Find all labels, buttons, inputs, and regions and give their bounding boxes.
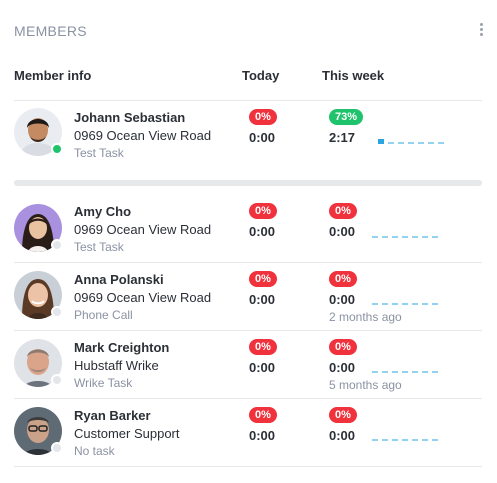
last-active-time: 5 months ago	[329, 378, 402, 392]
today-percent-badge: 0%	[249, 339, 277, 355]
avatar[interactable]	[14, 271, 63, 319]
member-task: Test Task	[74, 240, 124, 254]
weekly-activity-sparkline	[372, 439, 440, 441]
week-percent-badge: 0%	[329, 203, 357, 219]
week-percent-badge: 0%	[329, 271, 357, 287]
today-time: 0:00	[249, 130, 276, 145]
today-percent-badge: 0%	[249, 203, 277, 219]
member-task: Test Task	[74, 146, 124, 160]
member-project: 0969 Ocean View Road	[74, 128, 212, 143]
column-header-this-week: This week	[322, 68, 385, 83]
members-widget: MEMBERS Member info Today This week Joha…	[0, 0, 497, 483]
week-time: 0:00	[329, 224, 356, 239]
member-task: Phone Call	[74, 308, 133, 322]
week-percent-badge: 0%	[329, 407, 357, 423]
week-time: 2:17	[329, 130, 356, 145]
member-name[interactable]: Anna Polanski	[74, 272, 164, 287]
online-status-icon	[51, 143, 63, 155]
section-divider	[14, 180, 482, 186]
member-project: Customer Support	[74, 426, 180, 441]
week-time: 0:00	[329, 428, 356, 443]
weekly-activity-sparkline	[372, 303, 440, 305]
offline-status-icon	[51, 239, 63, 251]
member-row[interactable]: Amy Cho 0969 Ocean View Road Test Task 0…	[0, 194, 497, 262]
row-divider	[14, 466, 482, 467]
avatar[interactable]	[14, 204, 63, 252]
member-row[interactable]: Ryan Barker Customer Support No task 0% …	[0, 399, 497, 466]
today-percent-badge: 0%	[249, 271, 277, 287]
member-name[interactable]: Ryan Barker	[74, 408, 151, 423]
member-name[interactable]: Mark Creighton	[74, 340, 169, 355]
member-row[interactable]: Mark Creighton Hubstaff Wrike Wrike Task…	[0, 331, 497, 398]
last-active-time: 2 months ago	[329, 310, 402, 324]
avatar[interactable]	[14, 108, 63, 156]
member-project: 0969 Ocean View Road	[74, 222, 212, 237]
weekly-activity-sparkline	[372, 236, 440, 238]
offline-status-icon	[51, 442, 63, 454]
today-time: 0:00	[249, 428, 276, 443]
member-row[interactable]: Johann Sebastian 0969 Ocean View Road Te…	[0, 100, 497, 170]
today-percent-badge: 0%	[249, 407, 277, 423]
member-name[interactable]: Johann Sebastian	[74, 110, 185, 125]
offline-status-icon	[51, 306, 63, 318]
avatar[interactable]	[14, 407, 63, 455]
week-time: 0:00	[329, 360, 356, 375]
avatar[interactable]	[14, 339, 63, 387]
column-header-today: Today	[242, 68, 280, 83]
panel-title: MEMBERS	[14, 23, 87, 39]
today-time: 0:00	[249, 224, 276, 239]
column-header-member-info: Member info	[14, 68, 92, 83]
weekly-activity-sparkline	[378, 139, 446, 144]
member-task: Wrike Task	[74, 376, 133, 390]
weekly-activity-sparkline	[372, 371, 440, 373]
week-time: 0:00	[329, 292, 356, 307]
member-task: No task	[74, 444, 115, 458]
member-project: 0969 Ocean View Road	[74, 290, 212, 305]
today-percent-badge: 0%	[249, 109, 277, 125]
member-name[interactable]: Amy Cho	[74, 204, 131, 219]
week-percent-badge: 0%	[329, 339, 357, 355]
offline-status-icon	[51, 374, 63, 386]
today-time: 0:00	[249, 292, 276, 307]
week-percent-badge: 73%	[329, 109, 364, 125]
member-project: Hubstaff Wrike	[74, 358, 159, 373]
today-time: 0:00	[249, 360, 276, 375]
more-options-icon[interactable]	[474, 22, 488, 40]
member-row[interactable]: Anna Polanski 0969 Ocean View Road Phone…	[0, 263, 497, 330]
